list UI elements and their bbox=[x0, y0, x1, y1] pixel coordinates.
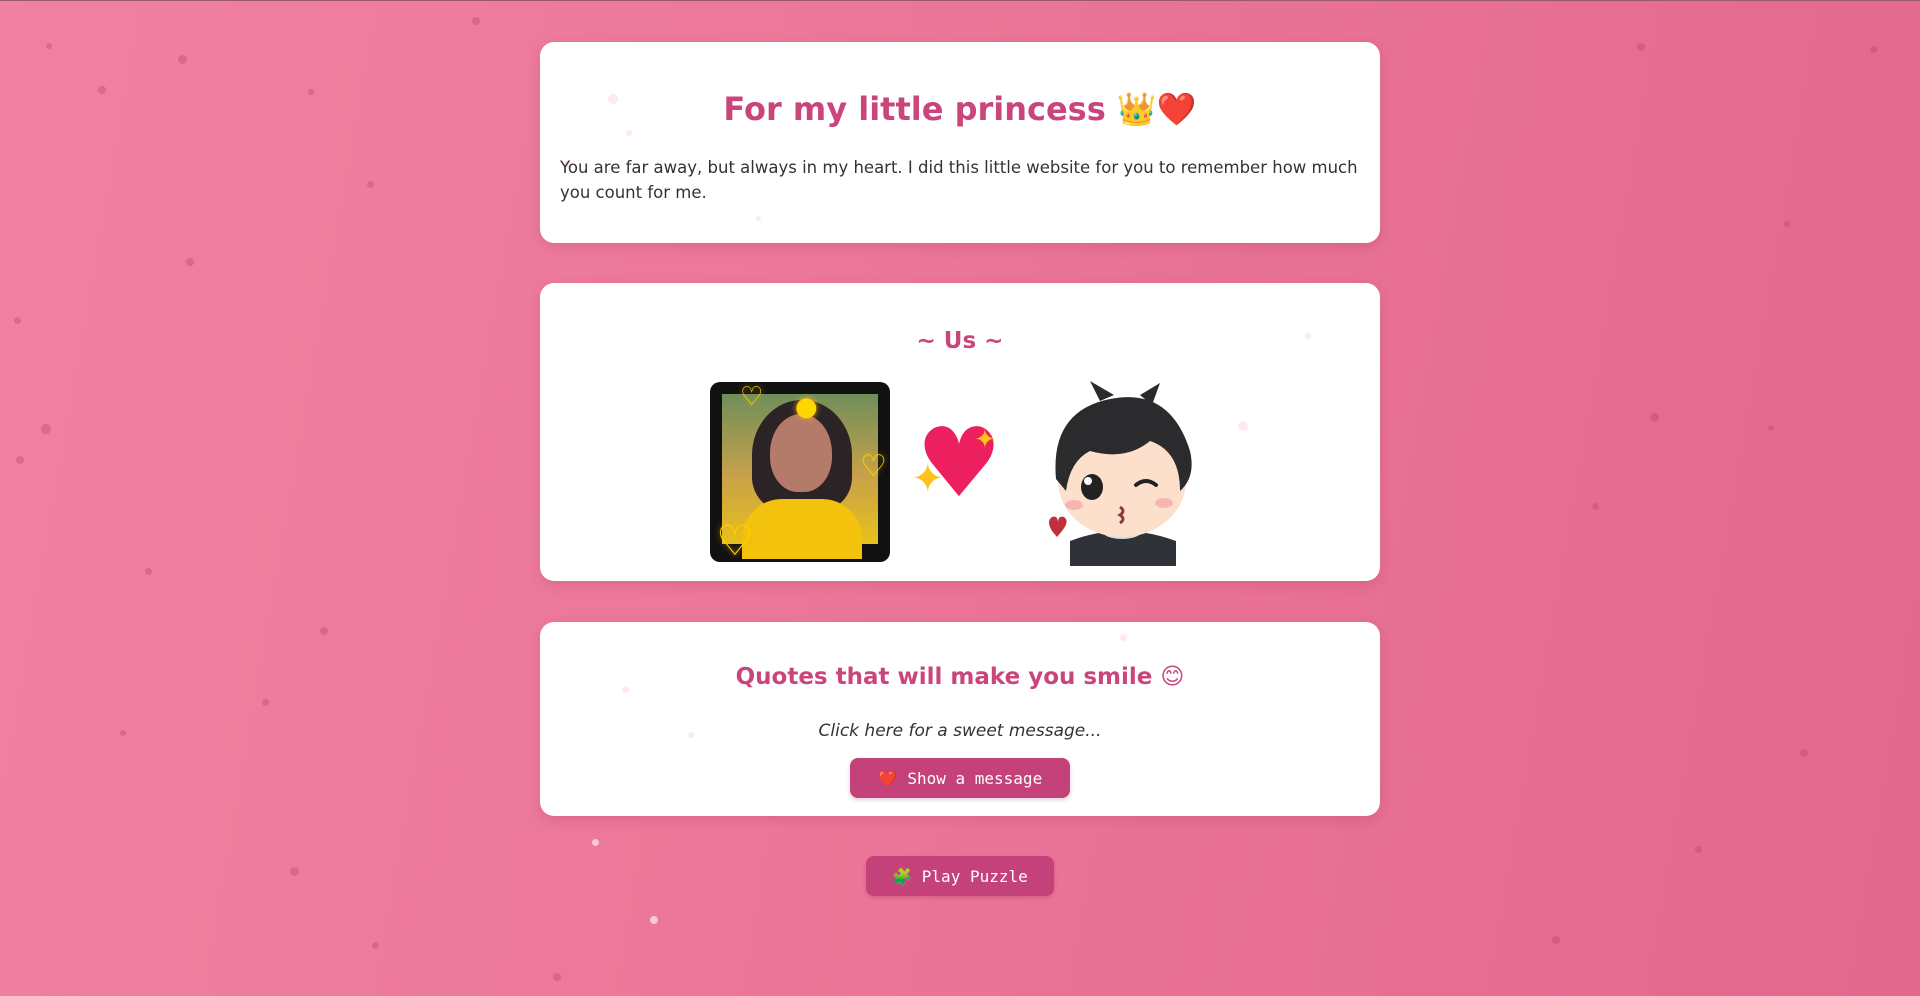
gold-heart-icon: ♡ bbox=[740, 382, 764, 412]
intro-text: You are far away, but always in my heart… bbox=[560, 158, 1358, 202]
her-photo: ♡ ♡ ♡ ● bbox=[710, 382, 890, 562]
gold-heart-icon: ♡ bbox=[860, 449, 887, 484]
sparkle-icon: ✦ bbox=[911, 456, 945, 502]
quotes-card: Quotes that will make you smile 😊 Click … bbox=[540, 622, 1380, 816]
show-message-button[interactable]: ❤️ Show a message bbox=[850, 758, 1070, 798]
gold-heart-icon: ♡ bbox=[716, 516, 754, 562]
gold-crown-icon: ● bbox=[795, 392, 818, 422]
chibi-boy-wink-icon bbox=[1049, 381, 1192, 566]
page-title: For my little princess 👑❤️ bbox=[723, 90, 1197, 128]
intro-card: For my little princess 👑❤️ You are far a… bbox=[540, 42, 1380, 243]
us-title: ~ Us ~ bbox=[916, 328, 1004, 354]
quotes-title: Quotes that will make you smile 😊 bbox=[735, 664, 1185, 690]
sparkle-icon: ✦ bbox=[974, 425, 996, 455]
quote-prompt-text: Click here for a sweet message... bbox=[818, 721, 1102, 741]
play-puzzle-button[interactable]: 🧩 Play Puzzle bbox=[866, 856, 1054, 896]
us-card: ~ Us ~ ♡ ♡ ♡ ● ♥ ✦ ✦ bbox=[540, 283, 1380, 581]
